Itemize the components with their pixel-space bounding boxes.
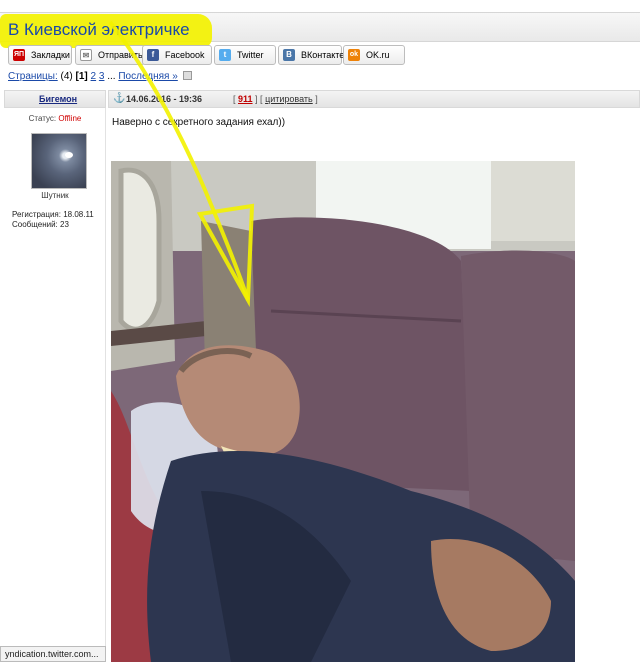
user-stats: Регистрация: 18.08.11 Сообщений: 23: [12, 210, 94, 230]
facebook-button[interactable]: f Facebook: [142, 45, 212, 65]
ok-icon: ok: [348, 49, 360, 61]
message-count: Сообщений: 23: [12, 220, 69, 229]
send-label: Отправить: [98, 50, 143, 60]
status-value: Offline: [58, 114, 82, 123]
twitter-button[interactable]: t Twitter: [214, 45, 276, 65]
topic-header: В Киевской электричке: [0, 12, 640, 48]
avatar-eye: [65, 152, 73, 158]
current-page: [1]: [75, 71, 88, 82]
ok-button[interactable]: ok OK.ru: [343, 45, 405, 65]
vk-label: ВКонтакте: [301, 50, 345, 60]
pages-count: (4): [60, 71, 73, 82]
vk-icon: B: [283, 49, 295, 61]
mail-icon: ✉: [80, 49, 92, 61]
quote-link[interactable]: цитировать: [265, 94, 313, 104]
user-sidebar: Статус: Offline Шутник Регистрация: 18.0…: [4, 108, 106, 662]
page-link-3[interactable]: 3: [99, 71, 105, 82]
twitter-label: Twitter: [237, 50, 264, 60]
send-button[interactable]: ✉ Отправить: [75, 45, 145, 65]
post-author-header: Бигемон: [4, 90, 106, 108]
bookmarks-label: Закладки: [31, 50, 70, 60]
post-actions: [ 911 ] [ цитировать ]: [233, 94, 318, 104]
pages-ellipsis: ...: [107, 71, 116, 82]
post-meta-header: ⚓ 14.06.2016 - 19:36 [ 911 ] [ цитироват…: [108, 90, 640, 108]
bookmark-icon: ЯП: [13, 49, 25, 61]
topic-title: В Киевской электричке: [8, 20, 190, 39]
registration-date: Регистрация: 18.08.11: [12, 210, 94, 219]
facebook-label: Facebook: [165, 50, 205, 60]
pages-label[interactable]: Страницы:: [8, 71, 58, 82]
post-date: 14.06.2016 - 19:36: [126, 94, 203, 104]
photo-image: [111, 161, 575, 662]
status-label: Статус:: [28, 114, 57, 123]
vk-button[interactable]: B ВКонтакте: [278, 45, 345, 65]
bookmarks-button[interactable]: ЯП Закладки: [8, 45, 72, 65]
page-jump-icon[interactable]: [182, 71, 192, 80]
last-page-link[interactable]: Последняя »: [118, 71, 177, 82]
pagination: Страницы: (4) [1] 2 3 ... Последняя »: [8, 71, 192, 82]
ok-label: OK.ru: [366, 50, 390, 60]
user-title: Шутник: [41, 191, 69, 200]
twitter-icon: t: [219, 49, 231, 61]
post-number-link[interactable]: 911: [238, 94, 253, 104]
browser-status-url: yndication.twitter.com...: [0, 646, 106, 662]
page-link-2[interactable]: 2: [91, 71, 97, 82]
avatar[interactable]: [31, 133, 87, 189]
user-status: Статус: Offline: [4, 114, 106, 123]
author-link[interactable]: Бигемон: [39, 94, 77, 104]
facebook-icon: f: [147, 49, 159, 61]
anchor-icon[interactable]: ⚓: [113, 93, 125, 104]
post-photo[interactable]: [111, 161, 575, 662]
post-body-text: Наверно с секретного задания ехал)): [112, 117, 286, 128]
